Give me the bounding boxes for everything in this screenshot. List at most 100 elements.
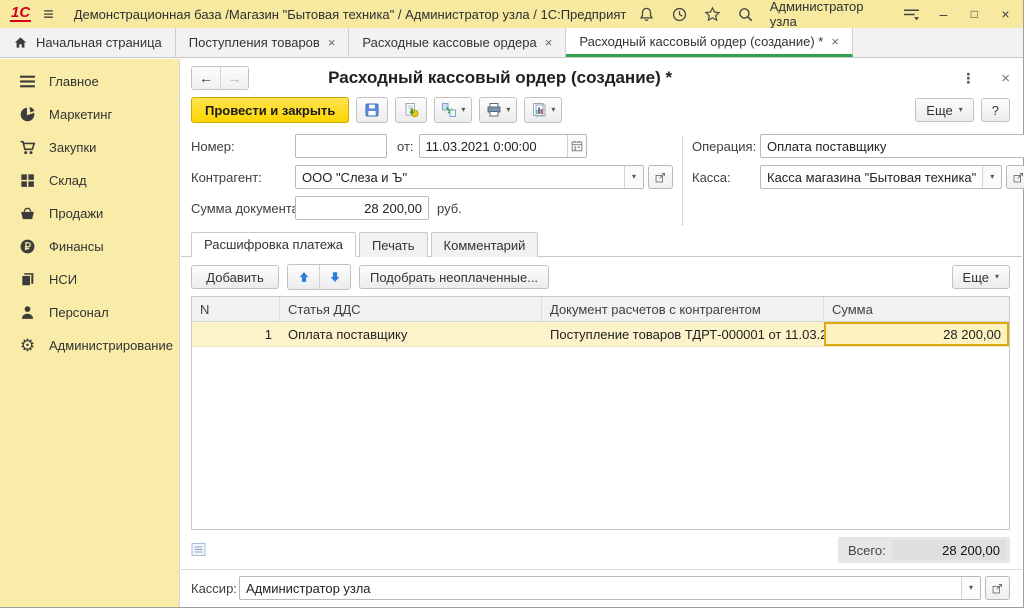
amount-input[interactable]: 28 200,00: [295, 196, 429, 220]
chevron-down-icon: ▾: [461, 106, 465, 114]
tab-goods-receipts[interactable]: Поступления товаров ×: [176, 28, 350, 57]
current-user[interactable]: Администратор узла: [770, 0, 887, 29]
add-row-button[interactable]: Добавить: [191, 265, 279, 289]
pie-chart-icon: [19, 106, 36, 123]
table-row[interactable]: 1 Оплата поставщику Поступление товаров …: [192, 322, 1009, 347]
cell-row-number[interactable]: 1: [192, 322, 280, 346]
main-menu-icon[interactable]: ≡: [43, 5, 54, 23]
cart-icon: [19, 139, 36, 156]
cashbox-label: Касса:: [692, 170, 760, 185]
move-row-up-button[interactable]: [288, 265, 319, 289]
date-input[interactable]: 11.03.2021 0:00:00: [419, 134, 587, 158]
section-tabs: Расшифровка платежа Печать Комментарий: [181, 231, 1022, 257]
chevron-down-icon: ▾: [959, 106, 963, 114]
tab-home[interactable]: Начальная страница: [0, 28, 176, 57]
sections-sidebar: Главное Маркетинг Закупки Склад Продажи: [0, 59, 180, 607]
cell-amount-selected[interactable]: 28 200,00: [824, 322, 1009, 346]
counterparty-input[interactable]: ООО "Слеза и Ъ" ▾: [295, 165, 644, 189]
cashier-input[interactable]: Администратор узла ▾: [239, 576, 981, 600]
tab-close-icon[interactable]: ×: [328, 35, 336, 50]
help-button[interactable]: ?: [981, 98, 1010, 122]
create-based-on-button[interactable]: ▾: [434, 97, 472, 123]
sidebar-item-sales[interactable]: Продажи: [0, 197, 179, 230]
more-button[interactable]: Еще ▾: [915, 98, 973, 122]
search-icon[interactable]: [737, 6, 754, 23]
tab-close-icon[interactable]: ×: [831, 34, 839, 49]
document-title: Расходный кассовый ордер (создание) *: [249, 68, 961, 88]
open-windows-tabbar: Начальная страница Поступления товаров ×…: [0, 28, 1023, 58]
person-icon: [19, 304, 36, 321]
back-button[interactable]: ←: [192, 67, 220, 89]
cashbox-input[interactable]: Касса магазина "Бытовая техника" ▾: [760, 165, 1002, 189]
chevron-down-icon[interactable]: ▾: [961, 577, 980, 599]
form-fields: Номер: от: 11.03.2021 0:00:00 Контрагент…: [181, 130, 1022, 231]
column-header-settlement-doc[interactable]: Документ расчетов с контрагентом: [542, 297, 824, 321]
form-close-icon[interactable]: ×: [1001, 70, 1010, 87]
sidebar-item-label: НСИ: [49, 272, 77, 287]
column-header-amount[interactable]: Сумма: [824, 297, 1009, 321]
cell-expense-item[interactable]: Оплата поставщику: [280, 322, 542, 346]
sidebar-item-label: Склад: [49, 173, 87, 188]
print-button[interactable]: ▾: [479, 97, 517, 123]
tab-print[interactable]: Печать: [359, 232, 428, 257]
number-input[interactable]: [295, 134, 387, 158]
move-row-down-button[interactable]: [319, 265, 350, 289]
calendar-icon[interactable]: [567, 135, 586, 157]
form-menu-dots-icon[interactable]: ⋮: [961, 70, 975, 87]
save-button[interactable]: [356, 97, 388, 123]
column-header-n[interactable]: N: [192, 297, 280, 321]
tab-cash-order-new[interactable]: Расходный кассовый ордер (создание) * ×: [566, 28, 853, 57]
table-footer: Всего: 28 200,00: [181, 530, 1022, 569]
grid-icon: [19, 172, 36, 189]
maximize-button[interactable]: □: [967, 7, 982, 21]
sidebar-item-nsi[interactable]: НСИ: [0, 263, 179, 296]
open-link-icon: [1012, 171, 1024, 184]
counterparty-open-button[interactable]: [648, 165, 673, 189]
tab-label: Расходные кассовые ордера: [362, 35, 536, 50]
total-label: Всего:: [848, 543, 886, 558]
chevron-down-icon[interactable]: ▾: [982, 166, 1001, 188]
1c-logo: 1С: [10, 6, 31, 22]
sidebar-item-purchases[interactable]: Закупки: [0, 131, 179, 164]
cashbox-open-button[interactable]: [1006, 165, 1024, 189]
sidebar-item-marketing[interactable]: Маркетинг: [0, 98, 179, 131]
sidebar-item-label: Персонал: [49, 305, 109, 320]
post-document-button[interactable]: [395, 97, 427, 123]
pick-unpaid-button[interactable]: Подобрать неоплаченные...: [359, 265, 549, 289]
sidebar-item-label: Администрирование: [49, 338, 173, 353]
sidebar-item-finance[interactable]: Финансы: [0, 230, 179, 263]
tab-cash-orders-list[interactable]: Расходные кассовые ордера ×: [349, 28, 566, 57]
chevron-down-icon: ▾: [506, 106, 510, 114]
close-window-button[interactable]: ×: [998, 6, 1013, 22]
tab-label: Начальная страница: [36, 35, 162, 50]
comment-list-icon[interactable]: [191, 542, 207, 558]
history-icon[interactable]: [671, 6, 688, 23]
tab-close-icon[interactable]: ×: [545, 35, 553, 50]
column-header-expense-item[interactable]: Статья ДДС: [280, 297, 542, 321]
cell-settlement-doc[interactable]: Поступление товаров ТДРТ-000001 от 11.03…: [542, 322, 824, 346]
sidebar-item-main[interactable]: Главное: [0, 65, 179, 98]
sidebar-item-personnel[interactable]: Персонал: [0, 296, 179, 329]
tab-payment-details[interactable]: Расшифровка платежа: [191, 232, 356, 257]
table-header: N Статья ДДС Документ расчетов с контраг…: [192, 297, 1009, 322]
app-window: 1С ≡ Демонстрационная база /Магазин "Быт…: [0, 0, 1024, 608]
title-bar: 1С ≡ Демонстрационная база /Магазин "Быт…: [0, 0, 1023, 28]
grid-toolbar: Добавить Подобрать неоплаченные... Еще ▾: [181, 257, 1022, 296]
sidebar-item-label: Главное: [49, 74, 99, 89]
minimize-button[interactable]: –: [936, 6, 951, 22]
chevron-down-icon[interactable]: ▾: [624, 166, 643, 188]
post-and-close-button[interactable]: Провести и закрыть: [191, 97, 349, 123]
cashier-open-button[interactable]: [985, 576, 1010, 600]
reports-button[interactable]: ▾: [524, 97, 562, 123]
favorites-star-icon[interactable]: [704, 6, 721, 23]
operation-input[interactable]: Оплата поставщику: [760, 134, 1024, 158]
service-menu-icon[interactable]: [903, 6, 920, 23]
notifications-bell-icon[interactable]: [638, 6, 655, 23]
table-empty-area[interactable]: [192, 347, 1009, 529]
sidebar-item-warehouse[interactable]: Склад: [0, 164, 179, 197]
operation-label: Операция:: [692, 139, 760, 154]
sidebar-item-administration[interactable]: ⚙ Администрирование: [0, 329, 179, 362]
payment-details-table: N Статья ДДС Документ расчетов с контраг…: [191, 296, 1010, 530]
tab-comment[interactable]: Комментарий: [431, 232, 539, 257]
grid-more-button[interactable]: Еще ▾: [952, 265, 1010, 289]
